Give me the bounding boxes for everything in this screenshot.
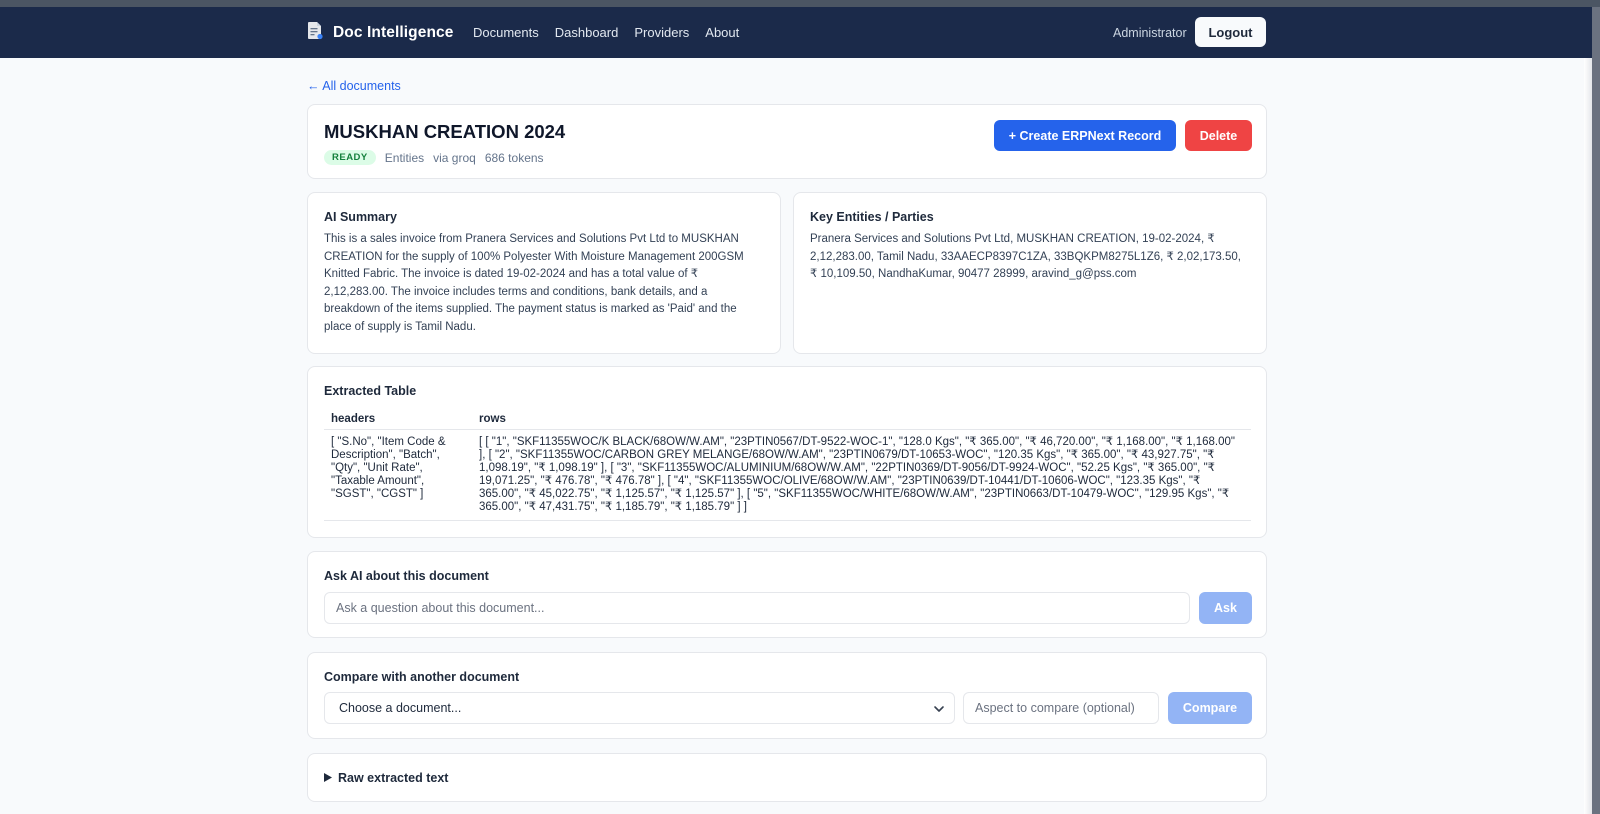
status-badge: READY bbox=[324, 150, 376, 165]
compare-aspect-input[interactable] bbox=[963, 692, 1159, 724]
brand-name: Doc Intelligence bbox=[333, 23, 454, 41]
ai-summary-card: AI Summary This is a sales invoice from … bbox=[307, 192, 781, 354]
extracted-table: headers rows [ "S.No", "Item Code & Desc… bbox=[324, 409, 1251, 521]
page-title: MUSKHAN CREATION 2024 bbox=[324, 121, 566, 142]
navbar: Doc Intelligence Documents Dashboard Pro… bbox=[0, 7, 1592, 58]
compare-select-value: Choose a document... bbox=[339, 701, 462, 715]
navbar-inner: Doc Intelligence Documents Dashboard Pro… bbox=[307, 7, 1267, 58]
nav-link-dashboard[interactable]: Dashboard bbox=[555, 25, 619, 40]
document-provider: via groq bbox=[433, 150, 476, 165]
raw-text-label: Raw extracted text bbox=[338, 770, 449, 785]
document-icon bbox=[307, 21, 324, 45]
column-header-headers: headers bbox=[324, 409, 472, 430]
extracted-table-title: Extracted Table bbox=[324, 384, 417, 398]
triangle-right-icon bbox=[324, 769, 332, 787]
document-meta: READY Entities via groq 686 tokens bbox=[324, 150, 544, 165]
ask-ai-title: Ask AI about this document bbox=[324, 569, 489, 583]
key-entities-card: Key Entities / Parties Pranera Services … bbox=[793, 192, 1267, 354]
nav-link-about[interactable]: About bbox=[705, 25, 739, 40]
document-header-card: MUSKHAN CREATION 2024 READY Entities via… bbox=[307, 104, 1267, 179]
extracted-table-card: Extracted Table headers rows [ "S.No", "… bbox=[307, 366, 1267, 538]
window-right-edge bbox=[1592, 7, 1600, 814]
key-entities-text: Pranera Services and Solutions Pvt Ltd, … bbox=[810, 233, 1241, 280]
chevron-down-icon bbox=[933, 703, 945, 715]
table-cell-headers: [ "S.No", "Item Code & Description", "Ba… bbox=[324, 429, 472, 521]
ai-summary-text: This is a sales invoice from Pranera Ser… bbox=[324, 233, 744, 333]
window-top-strip bbox=[0, 0, 1600, 7]
compare-card: Compare with another document Choose a d… bbox=[307, 652, 1267, 739]
table-row: [ "S.No", "Item Code & Description", "Ba… bbox=[324, 429, 1251, 521]
ask-button[interactable]: Ask bbox=[1199, 592, 1252, 624]
ask-question-input[interactable] bbox=[324, 592, 1190, 624]
compare-button[interactable]: Compare bbox=[1168, 692, 1252, 724]
document-type: Entities bbox=[384, 150, 425, 165]
create-erpnext-record-button[interactable]: + Create ERPNext Record bbox=[994, 120, 1176, 151]
brand[interactable]: Doc Intelligence bbox=[307, 7, 453, 58]
table-header-row: headers rows bbox=[324, 409, 1251, 430]
logout-button[interactable]: Logout bbox=[1195, 17, 1266, 47]
nav-link-documents[interactable]: Documents bbox=[473, 25, 539, 40]
column-header-rows: rows bbox=[472, 409, 1251, 430]
ai-summary-title: AI Summary bbox=[324, 210, 397, 224]
document-tokens: 686 tokens bbox=[484, 150, 544, 165]
table-cell-rows: [ [ "1", "SKF11355WOC/K BLACK/68OW/W.AM"… bbox=[472, 429, 1251, 521]
current-user: Administrator bbox=[1113, 25, 1187, 40]
raw-text-toggle[interactable]: Raw extracted text bbox=[307, 753, 1267, 802]
back-to-documents-link[interactable]: ← All documents bbox=[307, 79, 401, 93]
compare-document-select[interactable]: Choose a document... bbox=[324, 692, 955, 724]
compare-title: Compare with another document bbox=[324, 670, 520, 684]
nav-link-providers[interactable]: Providers bbox=[634, 25, 689, 40]
ask-ai-card: Ask AI about this document Ask bbox=[307, 551, 1267, 638]
key-entities-title: Key Entities / Parties bbox=[810, 210, 934, 224]
delete-button[interactable]: Delete bbox=[1185, 120, 1252, 151]
nav-links: Documents Dashboard Providers About bbox=[473, 7, 739, 58]
window-right-shadow bbox=[1584, 58, 1592, 814]
